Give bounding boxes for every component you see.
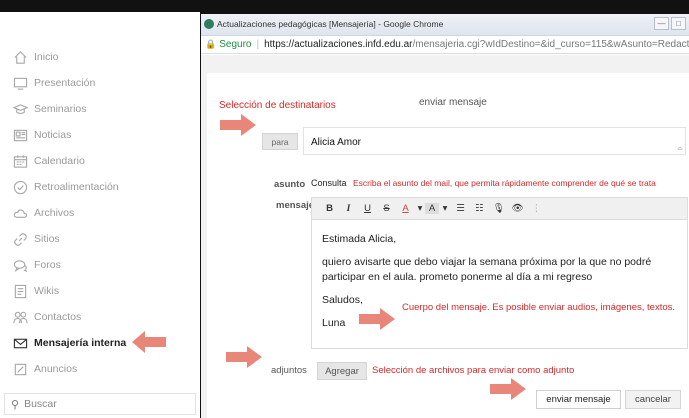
browser-window: Actualizaciones pedagógicas [Mensajería]…: [201, 14, 689, 418]
newspaper-icon: [12, 127, 28, 143]
sidebar-item-contactos[interactable]: Contactos: [0, 304, 200, 330]
url-path: /mensajeria.cgi?wIdDestino=&id_curso=115…: [412, 39, 689, 50]
annotation-arrow-attachments: [226, 346, 262, 368]
sidebar-item-label: Calendario: [34, 155, 85, 167]
course-sidebar: Inicio Presentación Seminarios Noticias …: [0, 12, 200, 418]
compose-message-panel: Selección de destinatarios enviar mensaj…: [207, 73, 689, 418]
subject-label: asunto: [274, 179, 306, 190]
bold-button[interactable]: B: [320, 203, 339, 214]
sidebar-item-label: Sitios: [34, 233, 60, 245]
highlight-dropdown-icon[interactable]: ▾: [439, 203, 451, 214]
add-attachment-button[interactable]: Agregar: [317, 362, 367, 380]
secure-label: Seguro: [219, 39, 252, 50]
attachments-label: adjuntos: [271, 365, 307, 376]
url-separator: |: [256, 39, 260, 50]
wiki-page-icon: [12, 283, 28, 299]
sidebar-item-label: Presentación: [34, 77, 96, 89]
sidebar-item-sitios[interactable]: Sitios: [0, 226, 200, 252]
search-placeholder: Buscar: [24, 398, 57, 410]
sidebar-item-label: Inicio: [34, 51, 59, 63]
lock-icon: 🔒: [205, 39, 217, 49]
sidebar-item-label: Contactos: [34, 311, 82, 323]
underline-button[interactable]: U: [358, 203, 377, 214]
preview-eye-icon[interactable]: 👁: [508, 203, 527, 214]
recipient-field[interactable]: Alicia Amor ≏: [303, 127, 686, 155]
annotation-arrow-left: [132, 331, 166, 353]
sidebar-item-label: Mensajería interna: [34, 337, 127, 349]
sidebar-item-label: Anuncios: [34, 363, 78, 375]
message-label: mensaje: [276, 200, 315, 211]
window-title: Actualizaciones pedagógicas [Mensajería]…: [217, 19, 444, 29]
monitor-icon: [12, 75, 28, 91]
sidebar-item-archivos[interactable]: Archivos: [0, 200, 200, 226]
sidebar-item-inicio[interactable]: Inicio: [0, 44, 200, 70]
resize-grip-icon[interactable]: ≏: [677, 145, 683, 153]
annotation-arrow-body: [359, 308, 395, 330]
sidebar-item-label: Noticias: [34, 129, 72, 141]
recipient-selection-title: Selección de destinatarios: [219, 100, 336, 111]
attachments-hint: Selección de archivos para enviar como a…: [372, 365, 575, 376]
microphone-icon[interactable]: 🎙: [489, 203, 508, 214]
minimize-button[interactable]: —: [654, 17, 669, 30]
maximize-button[interactable]: □: [671, 17, 686, 30]
graduation-cap-icon: [12, 101, 28, 117]
italic-button[interactable]: I: [339, 204, 358, 214]
recipient-value: Alicia Amor: [311, 137, 362, 148]
screenshot-frame: Inicio Presentación Seminarios Noticias …: [0, 0, 689, 418]
site-favicon-icon: [204, 19, 214, 29]
more-options-icon[interactable]: ⋮: [527, 203, 546, 214]
link-icon: [12, 231, 28, 247]
people-icon: [12, 309, 28, 325]
window-titlebar: Actualizaciones pedagógicas [Mensajería]…: [201, 14, 689, 36]
sidebar-item-wikis[interactable]: Wikis: [0, 278, 200, 304]
sidebar-item-label: Wikis: [34, 285, 60, 297]
sidebar-item-retroalimentacion[interactable]: Retroalimentación: [0, 174, 200, 200]
sidebar-item-label: Seminarios: [34, 103, 87, 115]
cloud-icon: [12, 205, 28, 221]
numbered-list-button[interactable]: ☷: [470, 203, 489, 214]
sidebar-item-presentacion[interactable]: Presentación: [0, 70, 200, 96]
sidebar-item-mensajeria-interna[interactable]: Mensajería interna: [0, 330, 200, 356]
cancel-button[interactable]: cancelar: [625, 390, 681, 409]
subject-input[interactable]: Consulta: [311, 178, 347, 188]
sidebar-item-label: Foros: [34, 259, 61, 271]
body-greeting: Estimada Alicia,: [322, 233, 397, 245]
sidebar-item-anuncios[interactable]: Anuncios: [0, 356, 200, 382]
envelope-icon: [12, 335, 28, 351]
highlight-color-button[interactable]: A: [425, 203, 439, 214]
message-body-hint: Cuerpo del mensaje. Es posible enviar au…: [402, 302, 676, 313]
home-icon: [12, 49, 28, 65]
bullet-list-button[interactable]: ☰: [451, 203, 470, 214]
window-controls: — □: [654, 17, 686, 31]
check-circle-icon: [12, 179, 28, 195]
sidebar-search[interactable]: ⚲ Buscar: [4, 393, 196, 415]
to-button[interactable]: para: [262, 133, 298, 150]
search-icon: ⚲: [11, 398, 20, 411]
body-paragraph: quiero avisarte que debo viajar la seman…: [322, 256, 652, 283]
annotation-arrow-send: [490, 378, 526, 400]
chat-bubbles-icon: [12, 257, 28, 273]
sidebar-item-label: Retroalimentación: [34, 181, 119, 193]
address-bar[interactable]: 🔒 Seguro | https://actualizaciones.infd.…: [201, 36, 689, 54]
compose-heading: enviar mensaje: [419, 97, 487, 108]
calendar-icon: [12, 153, 28, 169]
sidebar-item-calendario[interactable]: Calendario: [0, 148, 200, 174]
annotation-arrow-to: [220, 114, 256, 136]
send-message-button[interactable]: enviar mensaje: [536, 390, 621, 409]
page-viewport: Selección de destinatarios enviar mensaj…: [201, 55, 689, 418]
sidebar-item-label: Archivos: [34, 207, 75, 219]
announcement-icon: [12, 361, 28, 377]
strikethrough-button[interactable]: S: [377, 203, 396, 214]
text-color-dropdown-icon[interactable]: ▾: [415, 203, 425, 214]
sidebar-item-noticias[interactable]: Noticias: [0, 122, 200, 148]
editor-toolbar: B I U S A ▾ A ▾ ☰ ☷ 🎙 👁 ⋮: [312, 198, 687, 220]
text-color-button[interactable]: A: [396, 203, 415, 214]
sidebar-item-seminarios[interactable]: Seminarios: [0, 96, 200, 122]
sidebar-item-foros[interactable]: Foros: [0, 252, 200, 278]
url-host: https://actualizaciones.infd.edu.ar: [264, 39, 413, 50]
subject-hint: Escriba el asunto del mail, que permita …: [353, 178, 656, 188]
